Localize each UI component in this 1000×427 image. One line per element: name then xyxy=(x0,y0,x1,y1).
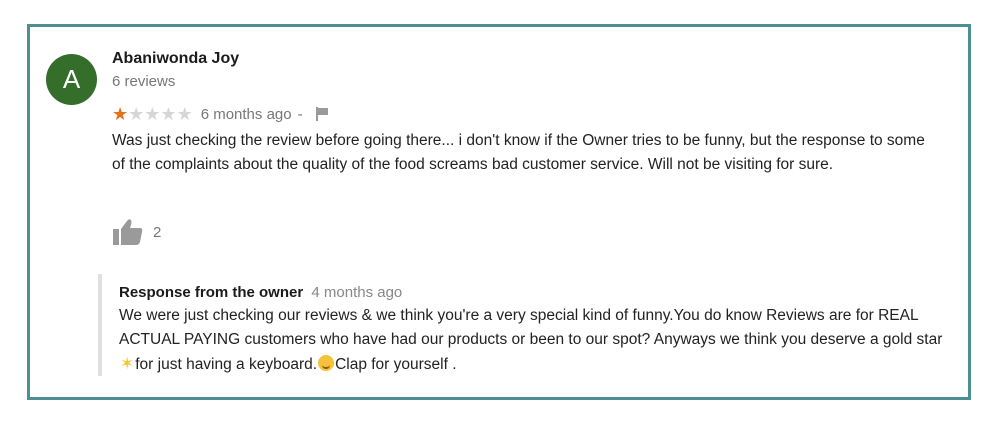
owner-response-title: Response from the owner xyxy=(119,284,304,301)
review-text: Was just checking the review before goin… xyxy=(112,132,925,173)
star-rating: ★★★★★ xyxy=(112,105,193,124)
review-count: 6 reviews xyxy=(112,73,176,90)
owner-response-time: 4 months ago xyxy=(311,284,403,301)
thumbs-up-icon xyxy=(113,219,143,245)
avatar-letter: A xyxy=(62,64,81,94)
star-icon: ★ xyxy=(112,103,129,124)
reviewer-name[interactable]: Abaniwonda Joy xyxy=(112,50,239,68)
gold-star-emoji: ✶ xyxy=(120,354,135,373)
like-count: 2 xyxy=(153,223,162,241)
separator: - xyxy=(297,105,303,123)
owner-response-text-2: for just having a keyboard. xyxy=(135,356,318,373)
star-icon: ★ xyxy=(160,103,177,124)
smirk-face-emoji xyxy=(318,355,335,371)
flag-icon[interactable] xyxy=(315,107,329,121)
star-icon: ★ xyxy=(144,103,161,124)
owner-response-text: We were just checking our reviews & we t… xyxy=(119,304,946,377)
star-icon: ★ xyxy=(128,103,145,124)
avatar[interactable]: A xyxy=(46,54,97,105)
rating-row: ★★★★★ 6 months ago - xyxy=(112,104,329,124)
review-time: 6 months ago xyxy=(200,105,292,123)
like-button[interactable]: 2 xyxy=(112,218,161,246)
review-card: A Abaniwonda Joy 6 reviews ★★★★★ 6 month… xyxy=(27,24,971,400)
owner-response: Response from the owner 4 months ago We … xyxy=(98,274,946,376)
owner-response-text-3: Clap for yourself . xyxy=(335,356,457,373)
star-icon: ★ xyxy=(176,103,193,124)
owner-response-text-1: We were just checking our reviews & we t… xyxy=(119,307,943,348)
